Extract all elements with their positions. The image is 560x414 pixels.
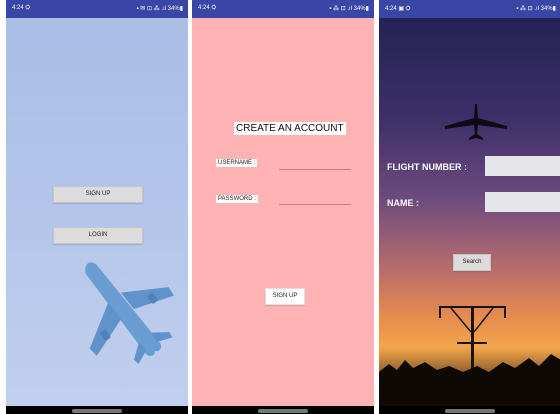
- sign-up-button[interactable]: SIGN UP: [53, 186, 143, 203]
- airplane-silhouette-icon: [445, 104, 507, 140]
- status-time: 4:24 ⛭: [198, 5, 217, 11]
- status-bar: 4:24 ▣ ⛭ ▪ ⁂ ⊡ .ıl 34%▮: [379, 0, 560, 18]
- login-button[interactable]: LOGIN: [53, 227, 143, 244]
- status-bar: 4:24 ⛭ ▪ ✉ ⊡ ⁂ .ıl 34%▮: [6, 0, 188, 18]
- nav-bar: [379, 406, 560, 414]
- password-field[interactable]: [279, 204, 351, 205]
- nav-bar: [192, 406, 374, 414]
- username-field[interactable]: [279, 169, 351, 170]
- page-title: CREATE AN ACCOUNT: [234, 122, 346, 135]
- status-icons: ▪ ⁂ ⊡ .ıl 34%▮: [329, 6, 369, 12]
- flight-number-label: FLIGHT NUMBER :: [387, 162, 467, 172]
- home-pill[interactable]: [258, 409, 308, 413]
- name-label: NAME :: [387, 198, 419, 208]
- status-bar: 4:24 ⛭ ▪ ⁂ ⊡ .ıl 34%▮: [192, 0, 374, 18]
- airplane-icon: [85, 262, 174, 364]
- search-button[interactable]: Search: [453, 254, 491, 271]
- password-label: PASSWORD :: [216, 195, 258, 203]
- name-input[interactable]: [485, 192, 560, 212]
- nav-bar: [6, 406, 188, 414]
- home-pill[interactable]: [72, 409, 122, 413]
- status-time: 4:24 ⛭: [12, 5, 31, 11]
- screen-create-account: 4:24 ⛭ ▪ ⁂ ⊡ .ıl 34%▮ CREATE AN ACCOUNT …: [192, 0, 374, 414]
- status-icons: ▪ ✉ ⊡ ⁂ .ıl 34%▮: [136, 6, 184, 12]
- status-time: 4:24 ▣ ⛭: [385, 6, 411, 12]
- screen-landing: 4:24 ⛭ ▪ ✉ ⊡ ⁂ .ıl 34%▮ SIGN UP LOGIN: [6, 0, 188, 414]
- flight-number-input[interactable]: [485, 156, 560, 176]
- sign-up-button[interactable]: SIGN UP: [265, 288, 305, 305]
- username-label: USERNAME :: [216, 159, 258, 167]
- runway-light-tower-icon: [379, 306, 560, 414]
- home-pill[interactable]: [445, 409, 495, 413]
- screen-flight-search: 4:24 ▣ ⛭ ▪ ⁂ ⊡ .ıl 34%▮ FLIGHT NUMBER : …: [379, 0, 560, 414]
- status-icons: ▪ ⁂ ⊡ .ıl 34%▮: [516, 6, 556, 12]
